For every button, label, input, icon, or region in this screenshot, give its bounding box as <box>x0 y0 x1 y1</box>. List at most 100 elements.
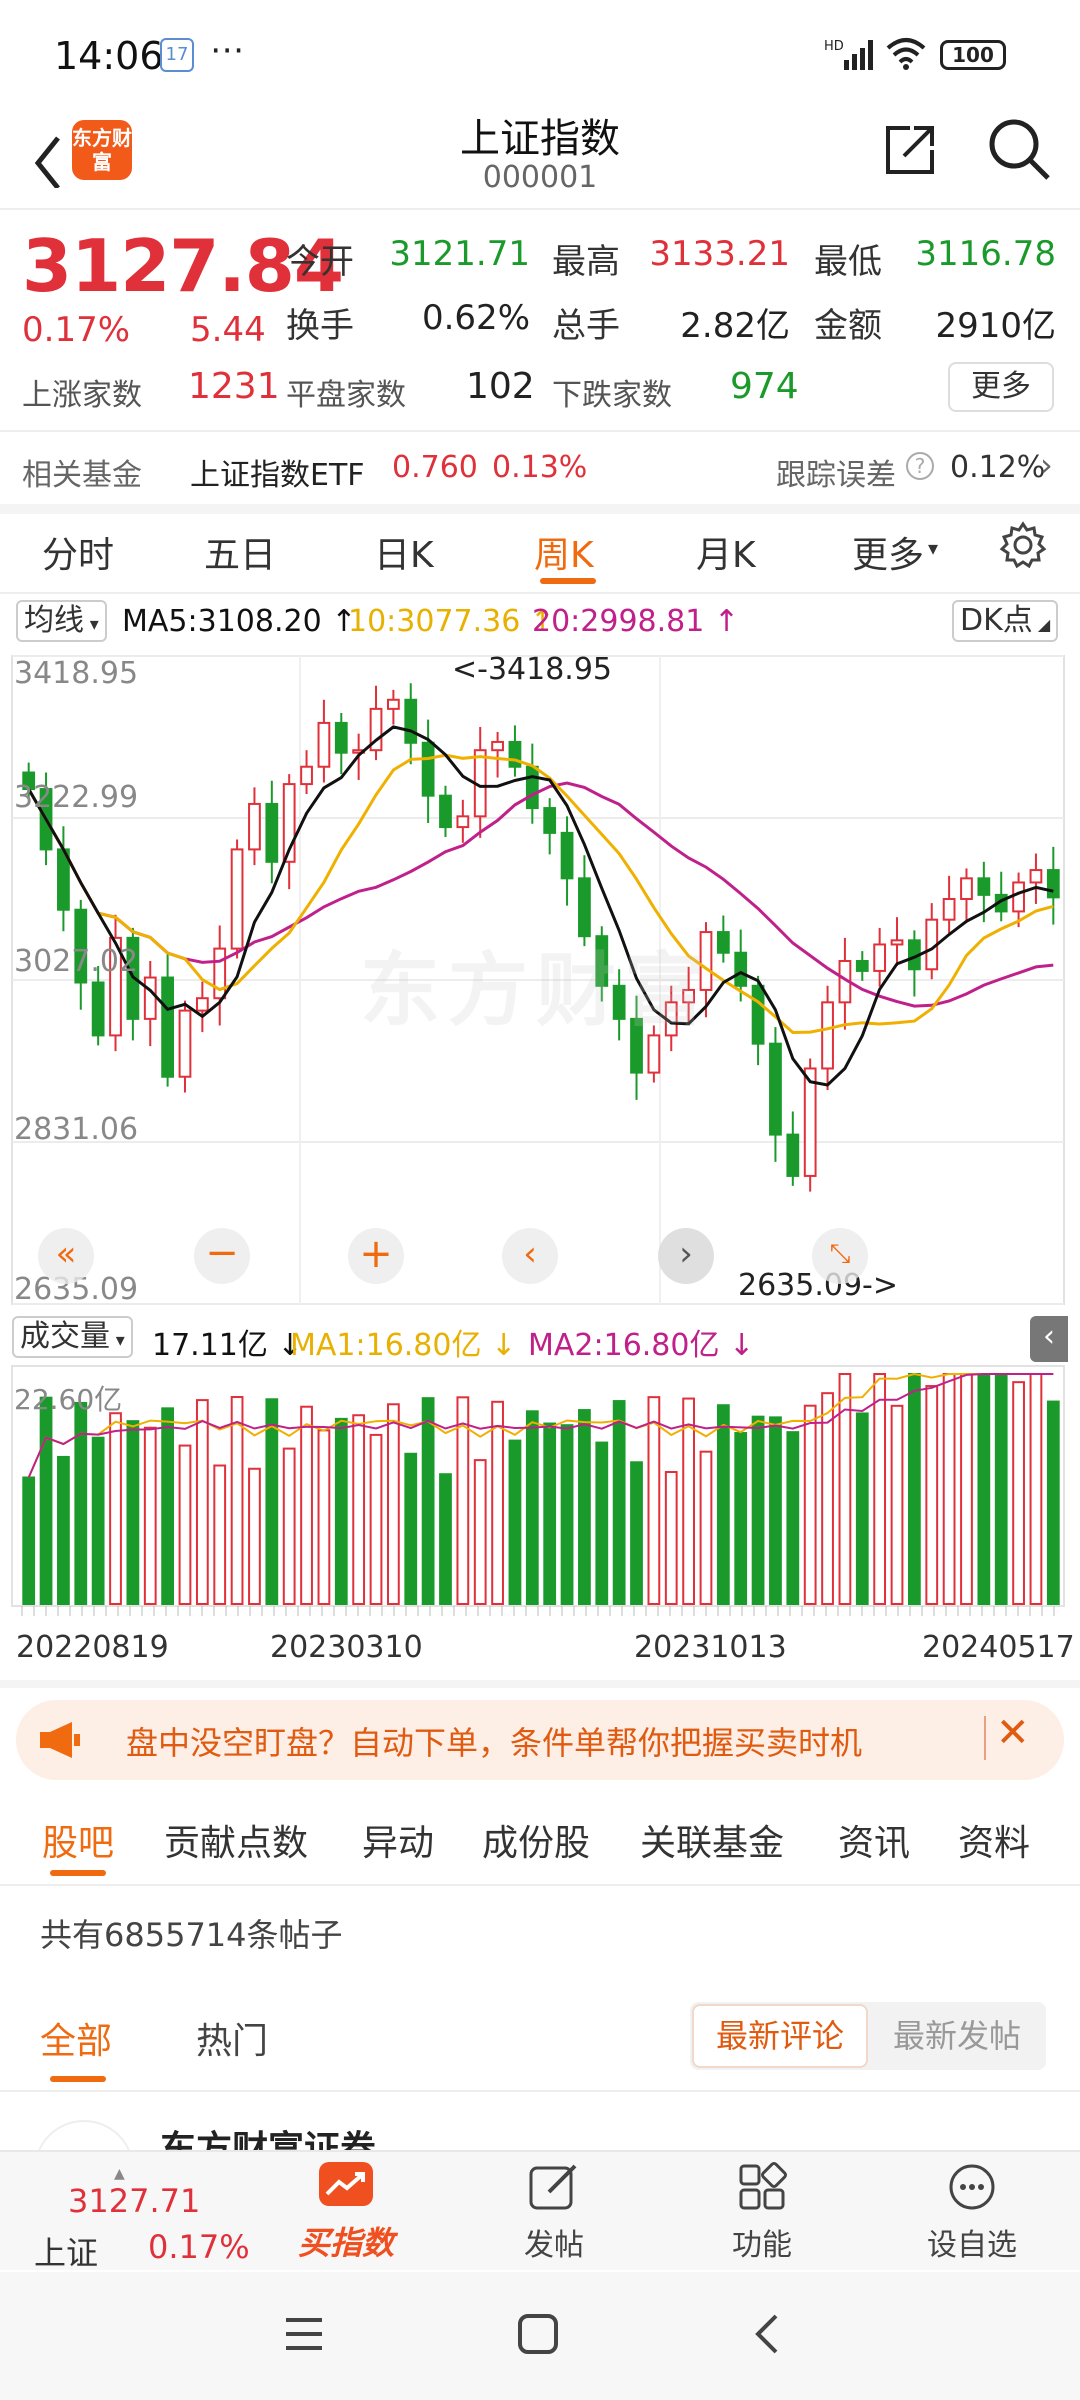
y-tick-label: 2831.06 <box>14 1112 139 1147</box>
tab-related-funds[interactable]: 关联基金 <box>640 1814 784 1866</box>
tracking-error-value: 0.12% <box>950 450 1046 485</box>
wifi-icon <box>884 34 928 76</box>
ma-selector-label: 均线 <box>24 603 84 638</box>
sort-toggle: 最新评论 最新发帖 <box>690 2002 1046 2070</box>
volume-bar <box>161 1407 175 1605</box>
volume-indicator-row: 成交量 ▾ 17.11亿 ↓ MA1:16.80亿 ↓ MA2:16.80亿 ↓… <box>0 1312 1080 1363</box>
filter-hot[interactable]: 热门 <box>196 2012 268 2064</box>
volume-bar <box>39 1396 53 1605</box>
calendar-icon: 17 <box>160 38 194 72</box>
grid-icon <box>739 2162 787 2210</box>
volume-bar <box>942 1373 956 1605</box>
watermark: 东方财富 <box>360 944 712 1037</box>
high-value: 3133.21 <box>649 234 790 274</box>
sort-newest-comment[interactable]: 最新评论 <box>692 2004 868 2068</box>
tab-profile[interactable]: 资料 <box>958 1814 1030 1866</box>
volume-bar <box>230 1396 244 1605</box>
scroll-right-icon[interactable]: › <box>658 1228 714 1284</box>
sort-newest-post[interactable]: 最新发帖 <box>870 2004 1044 2068</box>
volume-bar <box>664 1471 678 1605</box>
nav-index-name[interactable]: 上证 <box>34 2228 98 2274</box>
tab-guba[interactable]: 股吧 <box>42 1814 114 1866</box>
tab-minute[interactable]: 分时 <box>42 526 114 578</box>
nav-add-watchlist[interactable]: 设自选 <box>892 2162 1052 2264</box>
volume-selector-label: 成交量 <box>20 1319 110 1354</box>
ma-selector[interactable]: 均线 ▾ <box>16 600 107 642</box>
zoom-in-icon[interactable]: + <box>348 1228 404 1284</box>
tab-anomaly[interactable]: 异动 <box>362 1814 434 1866</box>
tab-constituents[interactable]: 成份股 <box>482 1814 590 1866</box>
settings-gear-icon[interactable] <box>998 520 1048 574</box>
candle-body <box>890 939 904 946</box>
tab-more[interactable]: 更多 <box>852 526 924 578</box>
clock: 14:06 <box>54 34 164 78</box>
nav-index-price[interactable]: 3127.71 <box>68 2182 200 2220</box>
share-icon[interactable] <box>880 120 940 184</box>
tab-news[interactable]: 资讯 <box>838 1814 910 1866</box>
volume-bar <box>907 1373 921 1605</box>
tab-five-day[interactable]: 五日 <box>204 526 276 578</box>
volume-bar <box>404 1452 418 1606</box>
down-count-label: 下跌家数 <box>552 378 672 413</box>
change-percent: 0.17% <box>22 310 131 350</box>
volume-bar <box>126 1420 140 1605</box>
y-tick-label: 3222.99 <box>14 780 139 815</box>
volume-label: 总手 <box>552 306 620 346</box>
tab-weekly-k[interactable]: 周K <box>534 526 594 578</box>
volume-bar <box>647 1396 661 1605</box>
volume-value: 2.82亿 <box>680 306 790 346</box>
volume-bar <box>282 1447 296 1605</box>
volume-bar <box>560 1424 574 1606</box>
nav-function[interactable]: 功能 <box>682 2162 842 2264</box>
caret-icon: ▾ <box>110 1330 125 1351</box>
more-button[interactable]: 更多 <box>948 362 1054 412</box>
menu-icon[interactable] <box>282 2314 326 2358</box>
volume-bar <box>473 1459 487 1605</box>
flat-count: 102 <box>466 366 535 407</box>
turnover-label: 换手 <box>286 306 354 346</box>
fund-name[interactable]: 上证指数ETF <box>190 450 365 494</box>
ma5-value: MA5:3108.20 ↑ <box>122 604 357 639</box>
header: 东方财富 上证指数 000001 <box>0 100 1080 210</box>
nav-index-pct: 0.17% <box>148 2228 250 2266</box>
y-tick-label: 3418.95 <box>14 656 139 691</box>
tab-daily-k[interactable]: 日K <box>374 526 434 578</box>
filter-divider <box>0 2090 1080 2092</box>
back-icon[interactable] <box>752 2312 782 2360</box>
volume-bar <box>334 1417 348 1605</box>
tab-monthly-k[interactable]: 月K <box>696 526 756 578</box>
kline-chart[interactable]: 3418.95 3222.99 3027.02 2831.06 2635.09 … <box>0 648 1080 1308</box>
nav-buy-index[interactable]: 买指数 <box>266 2162 426 2264</box>
volume-selector[interactable]: 成交量 ▾ <box>12 1316 133 1358</box>
search-icon[interactable] <box>986 116 1052 186</box>
close-icon[interactable]: ✕ <box>996 1710 1030 1756</box>
volume-bar <box>803 1404 817 1606</box>
fund-price: 0.760 <box>392 450 478 485</box>
nav-post[interactable]: 发帖 <box>474 2162 634 2264</box>
low-label: 最低 <box>814 242 882 282</box>
active-tab-indicator <box>50 1870 106 1876</box>
help-icon[interactable]: ? <box>906 452 934 480</box>
volume-bar <box>786 1431 800 1605</box>
home-icon[interactable] <box>516 2312 560 2360</box>
related-fund-row[interactable]: 相关基金 上证指数ETF 0.760 0.13% 跟踪误差 ? 0.12% › <box>0 432 1080 504</box>
dk-point-button[interactable]: DK点 ◢ <box>952 600 1059 642</box>
candle-body <box>560 831 574 880</box>
fullscreen-icon[interactable]: ⤡ <box>812 1228 868 1284</box>
volume-bar <box>960 1373 973 1605</box>
promo-banner[interactable]: 盘中没空盯盘？自动下单，条件单帮你把握买卖时机 ✕ <box>16 1700 1064 1780</box>
collapse-panel-icon[interactable]: ‹ <box>1030 1316 1068 1362</box>
candle-body <box>334 721 348 754</box>
zoom-out-icon[interactable]: − <box>194 1228 250 1284</box>
edit-icon <box>529 2164 577 2210</box>
filter-all[interactable]: 全部 <box>40 2012 112 2064</box>
scroll-left-end-icon[interactable]: « <box>38 1228 94 1284</box>
candle-body <box>143 976 157 1020</box>
chevron-right-icon[interactable]: › <box>1040 446 1053 484</box>
volume-bar <box>195 1399 209 1606</box>
dk-label: DK点 <box>960 603 1033 638</box>
scroll-left-icon[interactable]: ‹ <box>502 1228 558 1284</box>
turnover-value: 0.62% <box>421 298 530 338</box>
caret-icon: ▾ <box>84 614 99 635</box>
tab-contribution[interactable]: 贡献点数 <box>164 1814 308 1866</box>
